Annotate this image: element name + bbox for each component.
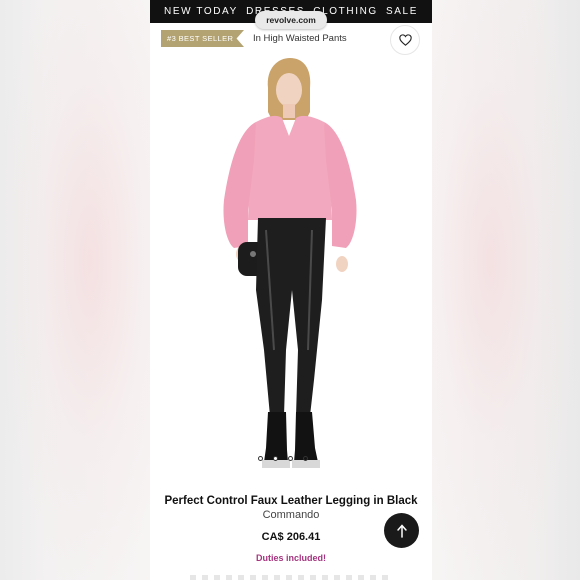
back-to-top-button[interactable] — [384, 513, 419, 548]
browser-url-bar[interactable]: revolve.com — [255, 11, 327, 29]
carousel-dot-4[interactable] — [303, 456, 308, 461]
product-page: NEW TODAY DRESSES CLOTHING SALE revolve.… — [150, 0, 432, 580]
background-right — [430, 0, 580, 580]
carousel-dot-2[interactable] — [273, 456, 278, 461]
arrow-up-icon — [396, 523, 407, 538]
carousel-dot-3[interactable] — [288, 456, 293, 461]
nav-item-sale[interactable]: SALE — [386, 6, 418, 17]
best-seller-badge: #3 BEST SELLER — [161, 30, 244, 47]
image-carousel-dots — [258, 456, 308, 461]
background-left — [0, 0, 150, 580]
nav-item-new-today[interactable]: NEW TODAY — [164, 6, 238, 17]
best-seller-category[interactable]: In High Waisted Pants — [253, 33, 347, 44]
product-image[interactable] — [150, 50, 432, 480]
carousel-dot-1[interactable] — [258, 456, 263, 461]
heart-outline-icon — [398, 34, 412, 46]
product-title: Perfect Control Faux Leather Legging in … — [164, 495, 418, 507]
duties-note: Duties included! — [255, 553, 326, 563]
cut-off-content — [190, 575, 390, 580]
